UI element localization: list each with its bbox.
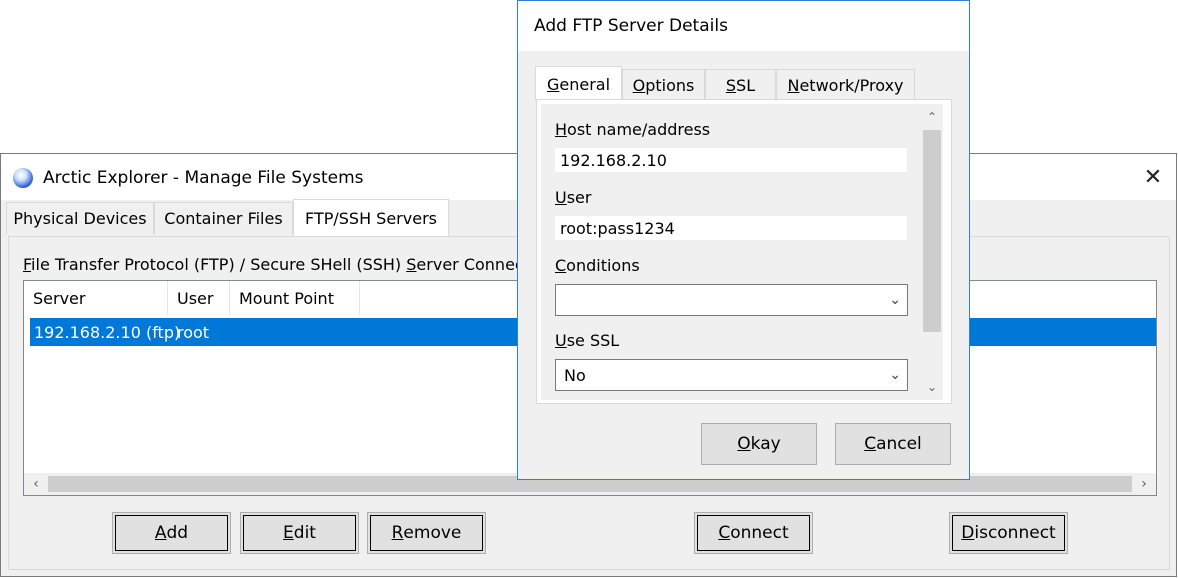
scroll-left-icon[interactable]: ‹ bbox=[24, 473, 48, 495]
host-label: Host name/address bbox=[555, 120, 711, 139]
close-icon[interactable]: ✕ bbox=[1130, 154, 1176, 200]
connections-group-label: File Transfer Protocol (FTP) / Secure SH… bbox=[23, 255, 563, 274]
cell-user: root bbox=[177, 322, 210, 342]
connect-button[interactable]: Connect bbox=[694, 512, 813, 554]
okay-button[interactable]: Okay bbox=[701, 423, 817, 465]
tab-ssl[interactable]: S SL bbox=[705, 69, 776, 100]
add-button[interactable]: Add bbox=[112, 512, 231, 554]
tab-physical-devices[interactable]: Physical Devices bbox=[6, 202, 154, 234]
column-header-mount-point[interactable]: Mount Point bbox=[230, 281, 360, 315]
tab-options[interactable]: Options bbox=[622, 69, 705, 100]
add-ftp-server-dialog: Add FTP Server Details General Options S… bbox=[517, 0, 970, 480]
edit-button[interactable]: Edit bbox=[240, 512, 359, 554]
tab-container-files[interactable]: Container Files bbox=[154, 202, 293, 234]
tab-ftp-ssh-servers[interactable]: FTP/SSH Servers bbox=[293, 199, 449, 237]
column-header-server[interactable]: Server bbox=[24, 281, 168, 315]
vertical-scrollbar[interactable]: ⌃ ⌄ bbox=[921, 104, 943, 400]
scroll-down-icon[interactable]: ⌄ bbox=[921, 376, 943, 398]
use-ssl-label: Use SSL bbox=[555, 331, 620, 350]
scrollbar-thumb[interactable] bbox=[923, 130, 941, 332]
scroll-right-icon[interactable]: › bbox=[1132, 473, 1156, 495]
disconnect-button[interactable]: Disconnect bbox=[949, 512, 1068, 554]
conditions-select[interactable]: ⌄ bbox=[555, 284, 908, 316]
use-ssl-value: No bbox=[564, 365, 586, 385]
user-label: User bbox=[555, 188, 592, 207]
dialog-title-bar: Add FTP Server Details bbox=[518, 1, 969, 51]
arctic-explorer-icon bbox=[13, 168, 33, 188]
scroll-up-icon[interactable]: ⌃ bbox=[921, 106, 943, 128]
tab-network-proxy[interactable]: Network/Proxy bbox=[776, 69, 915, 100]
conditions-label: Conditions bbox=[555, 256, 640, 275]
tab-general[interactable]: General bbox=[535, 66, 622, 101]
host-input[interactable]: 192.168.2.10 bbox=[555, 148, 907, 172]
column-header-user[interactable]: User bbox=[168, 281, 230, 315]
chevron-down-icon: ⌄ bbox=[889, 367, 901, 383]
chevron-down-icon: ⌄ bbox=[889, 292, 901, 308]
general-panel: Host name/address 192.168.2.10 User root… bbox=[536, 99, 952, 404]
cancel-button[interactable]: Cancel bbox=[835, 423, 951, 465]
cell-server: 192.168.2.10 (ftp) bbox=[34, 322, 181, 342]
window-title: Arctic Explorer - Manage File Systems bbox=[43, 168, 364, 188]
user-input[interactable]: root:pass1234 bbox=[555, 216, 907, 240]
remove-button[interactable]: Remove bbox=[367, 512, 486, 554]
use-ssl-select[interactable]: No ⌄ bbox=[555, 359, 908, 391]
general-scroll-area: Host name/address 192.168.2.10 User root… bbox=[541, 104, 943, 400]
dialog-title: Add FTP Server Details bbox=[534, 16, 728, 36]
